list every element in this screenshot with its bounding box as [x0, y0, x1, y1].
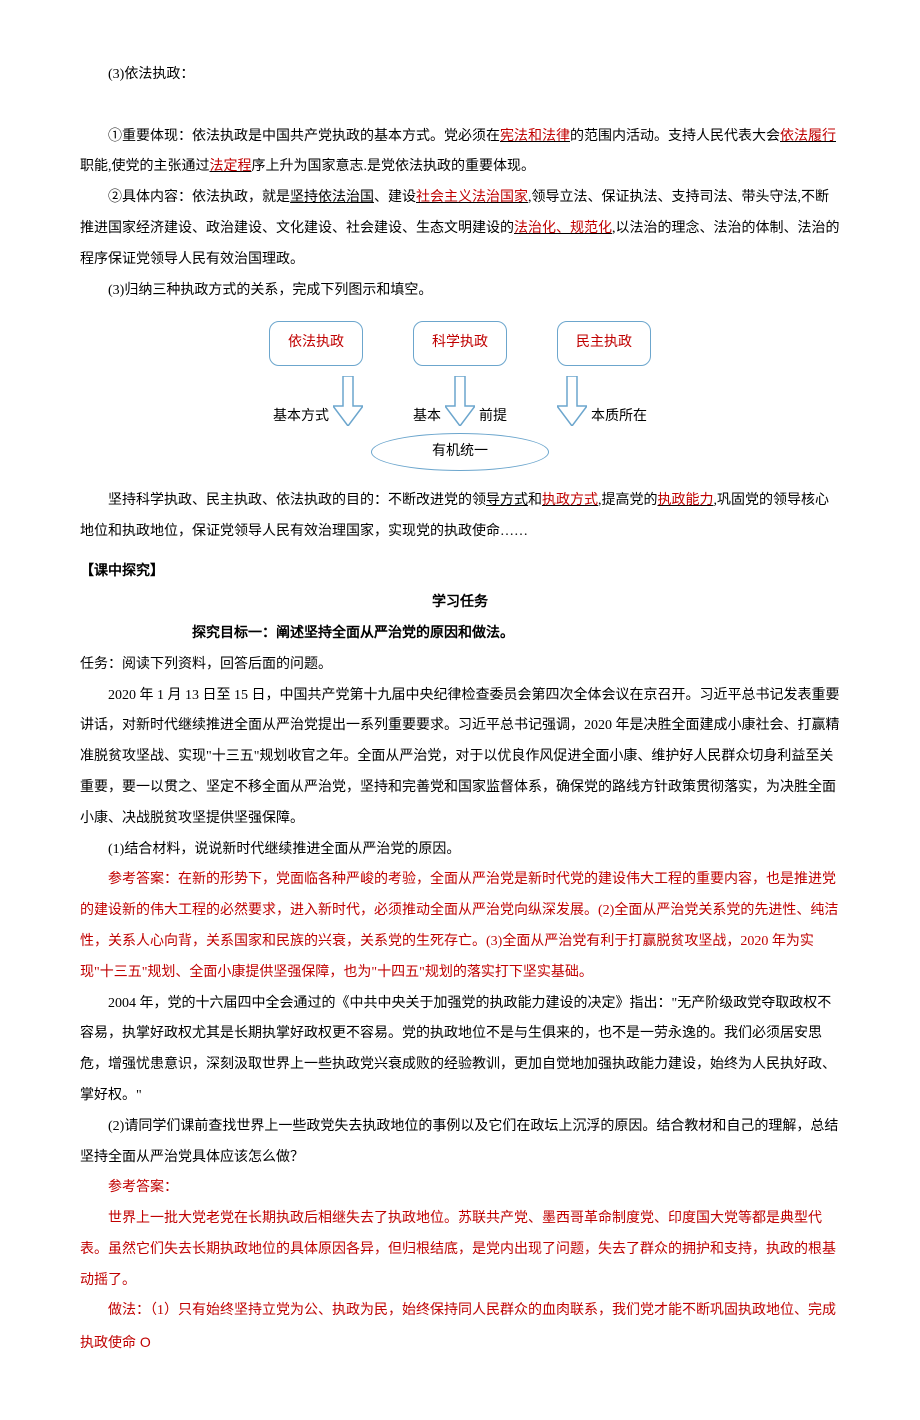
answer-2a: 世界上一批大党老党在长期执政后相继失去了执政地位。苏联共产党、墨西哥革命制度党、…: [80, 1204, 840, 1296]
down-arrow-icon: [445, 376, 475, 426]
para-2: ②具体内容：依法执政，就是坚持依法治国、建设社会主义法治国家,领导立法、保证执法…: [80, 183, 840, 275]
question-2: (2)请同学们课前查找世界上一些政党失去执政地位的事例以及它们在政坛上沉浮的原因…: [80, 1112, 840, 1174]
answer-1: 参考答案：在新的形势下，党面临各种严峻的考验，全面从严治党是新时代党的建设伟大工…: [80, 865, 840, 988]
text: 和: [528, 493, 542, 508]
arrow-label-2b: 前提: [479, 408, 507, 426]
underline-red: 法定程: [210, 159, 252, 174]
para-3: (3)归纳三种执政方式的关系，完成下列图示和填空。: [80, 276, 840, 307]
text: ,提高党的: [598, 493, 658, 508]
arrow-label-1: 基本方式: [273, 408, 329, 426]
arrow-label-2a: 基本: [413, 408, 441, 426]
underline-red: 依法履行: [780, 129, 836, 144]
material-para-1: 2020 年 1 月 13 日至 15 日，中国共产党第十九届中央纪律检查委员会…: [80, 681, 840, 835]
underline-red: 执政方式: [542, 493, 598, 508]
material-para-2: 2004 年，党的十六届四中全会通过的《中共中央关于加强党的执政能力建设的决定》…: [80, 989, 840, 1112]
diagram-arrow-row: 基本方式 基本 前提 本质所在: [273, 376, 647, 426]
diagram-box-1: 依法执政: [269, 321, 363, 366]
underline-red: 宪法和法律: [500, 129, 570, 144]
task-instruction: 任务：阅读下列资料，回答后面的问题。: [80, 650, 840, 681]
down-arrow-icon: [333, 376, 363, 426]
diagram-box-3: 民主执政: [557, 321, 651, 366]
diagram-box-2: 科学执政: [413, 321, 507, 366]
answer-2b: 做法：（1）只有始终坚持立党为公、执政为民，始终保持同人民群众的血肉联系，我们党…: [80, 1296, 840, 1360]
underline-red: 执政能力: [658, 493, 714, 508]
diagram-top-row: 依法执政 科学执政 民主执政: [269, 321, 651, 366]
marker-o: O: [136, 1334, 151, 1350]
question-1: (1)结合材料，说说新时代继续推进全面从严治党的原因。: [80, 835, 840, 866]
text: 职能,使党的主张通过: [80, 159, 210, 174]
down-arrow-icon: [557, 376, 587, 426]
underline: 导方式: [486, 493, 528, 508]
text: ①重要体现：依法执政是中国共产党执政的基本方式。党必须在: [108, 129, 500, 144]
text: 、建设: [374, 190, 416, 205]
para-1: ①重要体现：依法执政是中国共产党执政的基本方式。党必须在宪法和法律的范围内活动。…: [80, 122, 840, 184]
answer-2-heading: 参考答案：: [80, 1173, 840, 1204]
arrow-item-2: 基本 前提: [413, 376, 507, 426]
text: 坚持科学执政、民主执政、依法执政的目的：不断改进党的领: [108, 493, 486, 508]
text: 做法：（1）只有始终坚持立党为公、执政为民，始终保持同人民群众的血肉联系，我们党…: [80, 1303, 836, 1351]
task-title: 学习任务: [80, 588, 840, 619]
text: ②具体内容：依法执政，就是: [108, 190, 290, 205]
inquiry-goal: 探究目标一：阐述坚持全面从严治党的原因和做法。: [80, 619, 840, 650]
diagram-ellipse: 有机统一: [371, 433, 549, 471]
heading-3: (3)依法执政：: [80, 60, 840, 91]
arrow-item-1: 基本方式: [273, 376, 363, 426]
para-summary: 坚持科学执政、民主执政、依法执政的目的：不断改进党的领导方式和执政方式,提高党的…: [80, 486, 840, 548]
arrow-label-3: 本质所在: [591, 408, 647, 426]
diagram: 依法执政 科学执政 民主执政 基本方式 基本 前提 本质所在 有机统一: [180, 321, 740, 470]
underline-red: 法治化、规范化: [514, 221, 612, 236]
text: 的范围内活动。支持人民代表大会: [570, 129, 780, 144]
underline: 坚持依法治国: [290, 190, 374, 205]
underline-red: 社会主义法治国家: [416, 190, 528, 205]
text: 序上升为国家意志.是党依法执政的重要体现。: [252, 159, 536, 174]
section-heading: 【课中探究】: [80, 557, 840, 588]
arrow-item-3: 本质所在: [557, 376, 647, 426]
